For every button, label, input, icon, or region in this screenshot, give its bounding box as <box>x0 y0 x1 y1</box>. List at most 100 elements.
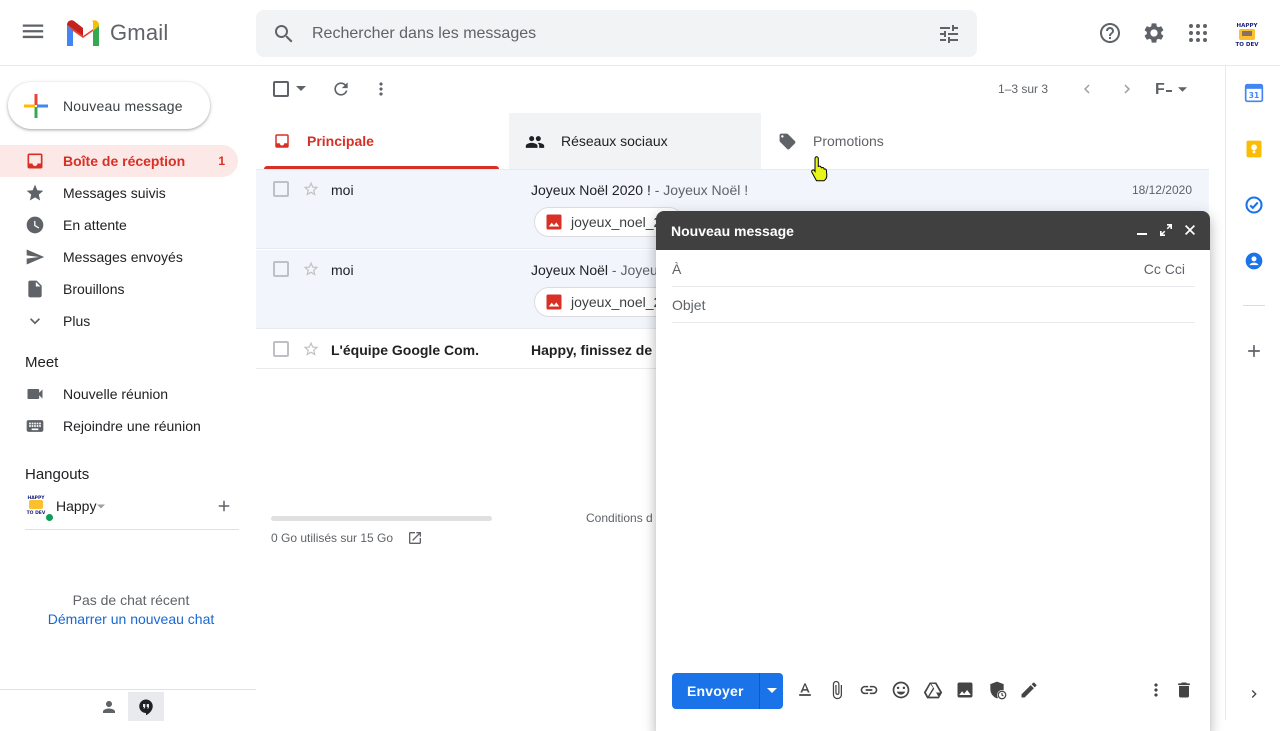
fullscreen-icon[interactable] <box>1159 223 1173 237</box>
top-header: Gmail HAPPY TO DEV <box>0 0 1280 66</box>
insert-photo-icon[interactable] <box>955 680 975 700</box>
sidebar-item-label: Messages suivis <box>63 185 166 201</box>
older-chevron-right-icon[interactable] <box>1118 80 1136 98</box>
account-avatar[interactable]: HAPPY TO DEV <box>1233 20 1261 48</box>
svg-text:31: 31 <box>1249 91 1259 100</box>
sidebar-item-more[interactable]: Plus <box>0 305 238 337</box>
hangouts-user[interactable]: HAPPY TO DEV Happy <box>25 494 255 523</box>
main-menu-icon[interactable] <box>19 17 51 49</box>
row-checkbox[interactable] <box>273 181 289 197</box>
cc-bcc-link[interactable]: Cc Cci <box>1144 261 1185 277</box>
row-subject: Happy, finissez de c <box>531 342 664 358</box>
discard-trash-icon[interactable] <box>1174 680 1194 700</box>
input-tools-button[interactable]: F <box>1155 81 1165 99</box>
star-outline-icon[interactable] <box>302 180 320 198</box>
emoji-icon[interactable] <box>891 680 911 700</box>
row-subject-line: Joyeux Noël - Joyeu <box>531 262 658 278</box>
image-file-icon <box>545 293 563 311</box>
text-format-icon[interactable] <box>795 680 815 700</box>
select-all-checkbox[interactable] <box>273 81 289 97</box>
search-icon[interactable] <box>272 22 296 46</box>
compose-window: Nouveau message À Cc Cci Objet Envoyer <box>656 211 1210 731</box>
star-outline-icon[interactable] <box>302 340 320 358</box>
contacts-icon[interactable] <box>1244 251 1264 271</box>
input-tools-dropdown-icon[interactable] <box>1178 87 1187 92</box>
sidebar-bottom-bar <box>0 689 256 721</box>
sidebar-item-inbox[interactable]: Boîte de réception 1 <box>0 145 238 177</box>
tab-social[interactable]: Réseaux sociaux <box>509 113 761 169</box>
chevron-down-icon <box>25 311 45 331</box>
insert-link-icon[interactable] <box>859 680 879 700</box>
subject-field[interactable]: Objet <box>672 287 1195 323</box>
google-drive-icon[interactable] <box>923 680 943 700</box>
send-split-divider <box>759 673 760 709</box>
start-new-chat-link[interactable]: Démarrer un nouveau chat <box>0 611 262 627</box>
tab-promotions[interactable]: Promotions <box>761 113 1209 169</box>
keyboard-icon <box>25 416 45 436</box>
more-options-icon[interactable] <box>1146 680 1166 700</box>
minimize-icon[interactable] <box>1135 223 1149 237</box>
help-icon[interactable] <box>1098 21 1122 45</box>
people-icon <box>525 132 545 152</box>
compose-title: Nouveau message <box>671 223 794 239</box>
draft-icon <box>25 279 45 299</box>
refresh-icon[interactable] <box>331 79 351 99</box>
contacts-person-icon[interactable] <box>100 698 118 716</box>
search-options-icon[interactable] <box>937 22 961 46</box>
clock-icon <box>25 215 45 235</box>
schedule-send-dropdown-icon[interactable] <box>767 688 777 693</box>
logo-text: Gmail <box>110 20 169 45</box>
tasks-icon[interactable] <box>1244 195 1264 215</box>
confidential-mode-icon[interactable] <box>987 680 1007 700</box>
tab-primary[interactable]: Principale <box>256 113 509 169</box>
tab-label: Promotions <box>813 133 884 149</box>
compose-button[interactable]: Nouveau message <box>8 82 210 129</box>
add-chat-icon[interactable] <box>215 497 233 515</box>
search-input[interactable] <box>312 10 912 57</box>
svg-text:HAPPY: HAPPY <box>1237 23 1259 29</box>
apps-grid-icon[interactable] <box>1186 21 1210 45</box>
get-addons-plus-icon[interactable] <box>1244 341 1264 361</box>
more-vert-icon[interactable] <box>371 79 391 99</box>
sidebar-item-starred[interactable]: Messages suivis <box>0 177 238 209</box>
inbox-icon <box>273 132 291 150</box>
close-icon[interactable] <box>1183 223 1197 237</box>
storage-usage-bar <box>271 516 492 521</box>
signature-pen-icon[interactable] <box>1019 680 1039 700</box>
svg-text:TO DEV: TO DEV <box>27 510 46 516</box>
tab-label: Réseaux sociaux <box>561 133 668 149</box>
send-icon <box>25 247 45 267</box>
row-checkbox[interactable] <box>273 261 289 277</box>
compose-header[interactable]: Nouveau message <box>656 211 1210 250</box>
keep-icon[interactable] <box>1244 139 1264 159</box>
star-icon <box>25 183 45 203</box>
send-label: Envoyer <box>687 683 744 699</box>
sidebar-item-drafts[interactable]: Brouillons <box>0 273 238 305</box>
no-recent-chat-text: Pas de chat récent <box>72 592 190 608</box>
gmail-logo[interactable]: Gmail <box>64 18 168 48</box>
gmail-m-icon <box>67 20 99 46</box>
star-outline-icon[interactable] <box>302 260 320 278</box>
settings-gear-icon[interactable] <box>1142 21 1166 45</box>
meet-item-label: Rejoindre une réunion <box>63 418 201 434</box>
expand-panel-chevron-icon[interactable] <box>1246 686 1262 702</box>
open-external-icon[interactable] <box>407 530 423 546</box>
search-bar[interactable] <box>256 10 977 57</box>
calendar-icon[interactable]: 31 <box>1244 83 1264 103</box>
sidebar-item-label: En attente <box>63 217 127 233</box>
hangouts-section-title: Hangouts <box>25 466 90 483</box>
to-field[interactable]: À Cc Cci <box>672 251 1195 287</box>
row-checkbox[interactable] <box>273 341 289 357</box>
message-body[interactable] <box>672 324 1195 664</box>
meet-join-meeting[interactable]: Rejoindre une réunion <box>0 410 238 442</box>
status-dropdown-icon[interactable] <box>97 504 105 509</box>
terms-link[interactable]: Conditions d <box>586 511 653 525</box>
send-button[interactable]: Envoyer <box>672 673 783 709</box>
select-dropdown-icon[interactable] <box>296 86 306 91</box>
newer-chevron-left-icon[interactable] <box>1078 80 1096 98</box>
meet-new-meeting[interactable]: Nouvelle réunion <box>0 378 238 410</box>
divider <box>25 529 239 530</box>
attach-file-icon[interactable] <box>827 680 847 700</box>
sidebar-item-sent[interactable]: Messages envoyés <box>0 241 238 273</box>
sidebar-item-snoozed[interactable]: En attente <box>0 209 238 241</box>
